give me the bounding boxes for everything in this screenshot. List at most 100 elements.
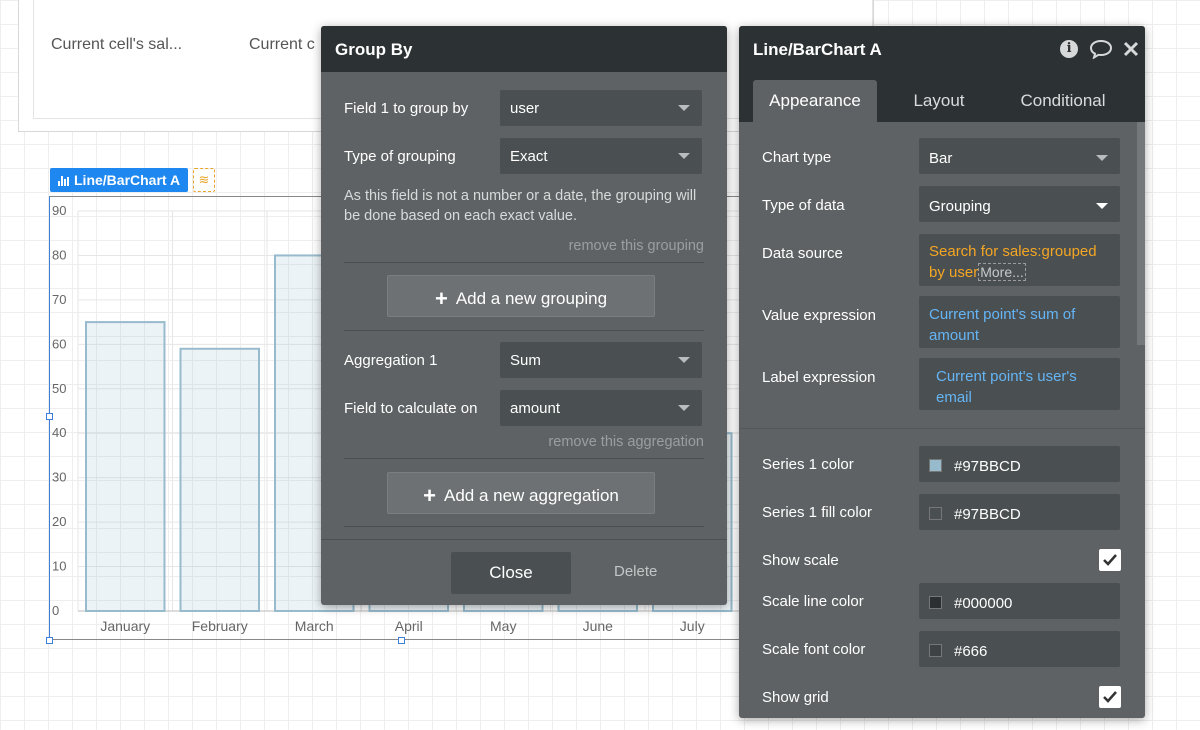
show-grid-label: Show grid bbox=[762, 689, 829, 706]
scale-font-value: #666 bbox=[954, 643, 988, 660]
y-tick-label: 80 bbox=[52, 247, 66, 262]
grouping-note: As this field is not a number or a date,… bbox=[344, 188, 697, 224]
cell-text-1[interactable]: Current cell's sal... bbox=[51, 36, 182, 54]
calc-field-label: Field to calculate on bbox=[344, 400, 478, 417]
more-link[interactable]: More... bbox=[978, 263, 1026, 281]
scale-line-field[interactable]: #000000 bbox=[919, 583, 1120, 619]
scrollbar[interactable] bbox=[1137, 122, 1145, 345]
calc-field-value: amount bbox=[510, 400, 561, 417]
cell-text-2[interactable]: Current c bbox=[249, 36, 315, 54]
divider bbox=[344, 526, 704, 527]
chart-element-name: Line/BarChart A bbox=[74, 172, 181, 188]
chevron-down-icon bbox=[1096, 155, 1108, 161]
grouping-type-dropdown[interactable]: Exact bbox=[500, 138, 702, 174]
footer-divider bbox=[321, 539, 727, 540]
label-expression-field[interactable]: Current point's user's email bbox=[919, 358, 1120, 410]
bar bbox=[179, 347, 260, 612]
aggregation-label: Aggregation 1 bbox=[344, 352, 438, 369]
y-tick-label: 60 bbox=[52, 336, 66, 351]
x-tick-label: April bbox=[395, 618, 423, 634]
header-icons: i bbox=[1054, 39, 1139, 61]
color-swatch bbox=[929, 507, 942, 520]
resize-handle-bottom[interactable] bbox=[398, 637, 405, 644]
divider bbox=[739, 428, 1145, 429]
info-icon[interactable]: i bbox=[1060, 40, 1079, 58]
add-grouping-button[interactable]: + Add a new grouping bbox=[387, 275, 655, 317]
scale-line-label: Scale line color bbox=[762, 593, 864, 610]
chevron-down-icon bbox=[678, 153, 690, 159]
chevron-down-icon bbox=[678, 105, 690, 111]
scale-font-field[interactable]: #666 bbox=[919, 631, 1120, 667]
plus-icon: + bbox=[423, 483, 436, 508]
series-fill-value: #97BBCD bbox=[954, 506, 1021, 523]
tab-appearance[interactable]: Appearance bbox=[753, 80, 877, 122]
y-tick-label: 20 bbox=[52, 514, 66, 529]
value-expression-label: Value expression bbox=[762, 307, 876, 324]
color-swatch bbox=[929, 644, 942, 657]
database-icon[interactable]: ≋ bbox=[193, 168, 215, 192]
x-tick-label: January bbox=[100, 618, 150, 634]
divider bbox=[344, 262, 704, 263]
property-editor: Line/BarChart A i Appearance Layout Cond… bbox=[739, 26, 1145, 718]
series-color-label: Series 1 color bbox=[762, 456, 854, 473]
chevron-down-icon bbox=[1096, 203, 1108, 209]
label-expression-label: Label expression bbox=[762, 369, 876, 386]
data-type-dropdown[interactable]: Grouping bbox=[919, 186, 1120, 222]
add-aggregation-button[interactable]: + Add a new aggregation bbox=[387, 472, 655, 514]
remove-aggregation-link[interactable]: remove this aggregation bbox=[548, 434, 704, 450]
x-tick-label: June bbox=[583, 618, 614, 634]
x-tick-label: May bbox=[490, 618, 516, 634]
tab-layout[interactable]: Layout bbox=[889, 80, 989, 122]
close-icon[interactable] bbox=[1123, 41, 1139, 57]
bar bbox=[85, 321, 166, 612]
group-by-panel: Group By Field 1 to group by user Type o… bbox=[321, 26, 727, 605]
tab-conditional[interactable]: Conditional bbox=[1007, 80, 1119, 122]
calc-field-dropdown[interactable]: amount bbox=[500, 390, 702, 426]
series-fill-field[interactable]: #97BBCD bbox=[919, 494, 1120, 530]
field1-dropdown[interactable]: user bbox=[500, 90, 702, 126]
scale-line-value: #000000 bbox=[954, 595, 1013, 612]
y-tick-label: 40 bbox=[52, 425, 66, 440]
show-grid-checkbox[interactable] bbox=[1099, 686, 1121, 708]
resize-handle-bottom-left[interactable] bbox=[46, 637, 53, 644]
show-scale-label: Show scale bbox=[762, 552, 839, 569]
color-swatch bbox=[929, 459, 942, 472]
data-source-label: Data source bbox=[762, 245, 843, 262]
chevron-down-icon bbox=[678, 357, 690, 363]
divider bbox=[344, 330, 704, 331]
add-aggregation-label: Add a new aggregation bbox=[444, 486, 619, 505]
grouping-type-value: Exact bbox=[510, 148, 548, 165]
aggregation-value: Sum bbox=[510, 352, 541, 369]
y-tick-label: 50 bbox=[52, 381, 66, 396]
group-by-title[interactable]: Group By bbox=[321, 26, 727, 72]
resize-handle-left[interactable] bbox=[46, 413, 53, 420]
value-expression-field[interactable]: Current point's sum of amount bbox=[919, 296, 1120, 348]
data-type-value: Grouping bbox=[929, 198, 991, 215]
data-type-label: Type of data bbox=[762, 197, 845, 214]
check-icon bbox=[1103, 554, 1117, 566]
remove-grouping-link[interactable]: remove this grouping bbox=[569, 238, 704, 254]
divider bbox=[344, 458, 704, 459]
aggregation-dropdown[interactable]: Sum bbox=[500, 342, 702, 378]
scale-font-label: Scale font color bbox=[762, 641, 866, 658]
x-tick-label: February bbox=[192, 618, 248, 634]
color-swatch bbox=[929, 596, 942, 609]
plus-icon: + bbox=[434, 286, 448, 311]
chart-element-tag[interactable]: Line/BarChart A bbox=[50, 168, 189, 192]
grouping-type-label: Type of grouping bbox=[344, 148, 456, 165]
delete-button[interactable]: Delete bbox=[614, 563, 657, 580]
data-source-field[interactable]: Search for sales:grouped by user More... bbox=[919, 234, 1120, 286]
x-tick-label: March bbox=[295, 618, 334, 634]
y-tick-label: 70 bbox=[52, 292, 66, 307]
field1-label: Field 1 to group by bbox=[344, 100, 469, 117]
close-button[interactable]: Close bbox=[451, 552, 571, 594]
chart-type-value: Bar bbox=[929, 150, 953, 167]
check-icon bbox=[1103, 691, 1117, 703]
add-grouping-label: Add a new grouping bbox=[455, 289, 608, 308]
show-scale-checkbox[interactable] bbox=[1099, 549, 1121, 571]
chevron-down-icon bbox=[678, 405, 690, 411]
comment-icon[interactable] bbox=[1089, 39, 1113, 59]
series-color-field[interactable]: #97BBCD bbox=[919, 446, 1120, 482]
chart-type-label: Chart type bbox=[762, 149, 832, 166]
chart-type-dropdown[interactable]: Bar bbox=[919, 138, 1120, 174]
